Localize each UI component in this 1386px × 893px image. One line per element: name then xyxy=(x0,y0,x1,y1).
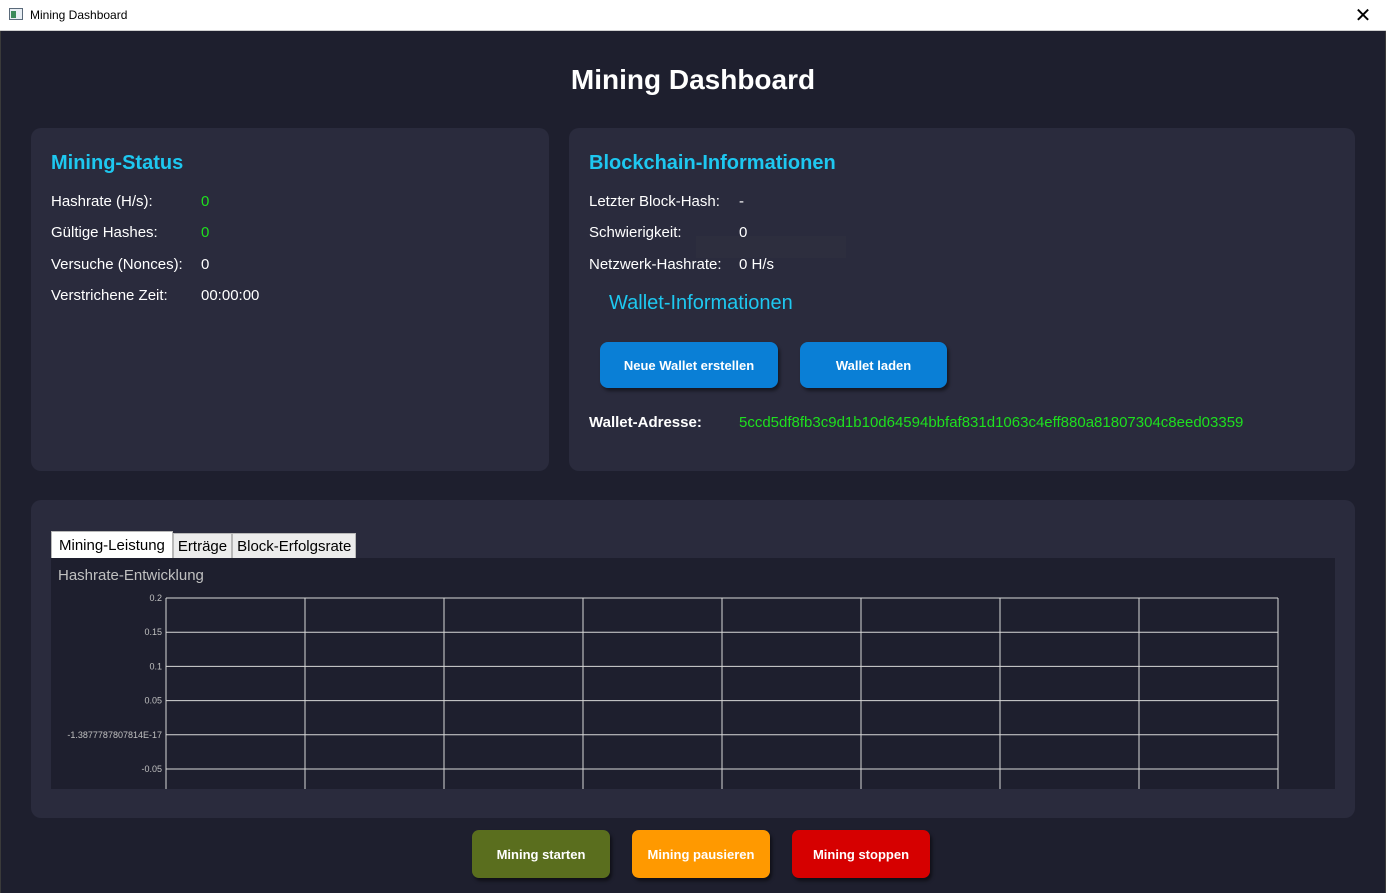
chart-area: Hashrate-Entwicklung 0.2 0.15 0.1 0.05 -1.38… xyxy=(51,558,1335,789)
window-titlebar: Mining Dashboard ✕ xyxy=(0,0,1386,31)
hashrate-chart: 0.2 0.15 0.1 0.05 -1.3877787807814E-17 -0.05 xyxy=(67,593,1279,789)
mining-status-heading: Mining-Status xyxy=(51,152,184,174)
y-tick-label: -1.3877787807814E-17 xyxy=(67,730,162,740)
difficulty-value: 0 xyxy=(739,224,748,241)
chart-tabs: Mining-Leistung Erträge Block-Erfolgsrat… xyxy=(51,531,357,559)
close-icon[interactable]: ✕ xyxy=(1340,0,1386,30)
last-block-hash-value: - xyxy=(739,193,744,210)
elapsed-time-label: Verstrichene Zeit: xyxy=(51,287,168,304)
window-title: Mining Dashboard xyxy=(30,8,128,22)
create-wallet-button[interactable]: Neue Wallet erstellen xyxy=(600,342,778,388)
network-hashrate-value: 0 H/s xyxy=(739,256,775,273)
window-border-left xyxy=(0,31,1,893)
hashrate-value: 0 xyxy=(201,193,210,210)
nonces-label: Versuche (Nonces): xyxy=(51,256,183,273)
overlay-placeholder xyxy=(696,236,846,258)
y-tick-label: 0.15 xyxy=(144,627,162,637)
stop-mining-button[interactable]: Mining stoppen xyxy=(792,830,930,878)
wallet-address-value: 5ccd5df8fb3c9d1b10d64594bbfaf831d1063c4e… xyxy=(739,414,1244,431)
tab-block-success-rate[interactable]: Block-Erfolgsrate xyxy=(232,533,357,559)
valid-hashes-value: 0 xyxy=(201,224,210,241)
y-tick-label: -0.05 xyxy=(141,764,162,774)
tab-earnings[interactable]: Erträge xyxy=(172,533,233,559)
wallet-heading: Wallet-Informationen xyxy=(609,292,793,314)
wallet-address-label: Wallet-Adresse: xyxy=(589,414,702,431)
last-block-hash-label: Letzter Block-Hash: xyxy=(589,193,720,210)
y-tick-label: 0.2 xyxy=(149,593,162,603)
blockchain-panel: Blockchain-Informationen Letzter Block-H… xyxy=(569,128,1355,471)
hashrate-label: Hashrate (H/s): xyxy=(51,193,153,210)
difficulty-label: Schwierigkeit: xyxy=(589,224,682,241)
blockchain-heading: Blockchain-Informationen xyxy=(589,152,836,174)
load-wallet-button[interactable]: Wallet laden xyxy=(800,342,947,388)
y-tick-label: 0.05 xyxy=(144,696,162,706)
elapsed-time-value: 00:00:00 xyxy=(201,287,260,304)
valid-hashes-label: Gültige Hashes: xyxy=(51,224,158,241)
page-title: Mining Dashboard xyxy=(570,64,816,95)
app-icon xyxy=(9,8,23,20)
network-hashrate-label: Netzwerk-Hashrate: xyxy=(589,256,722,273)
tab-mining-performance[interactable]: Mining-Leistung xyxy=(51,531,173,559)
start-mining-button[interactable]: Mining starten xyxy=(472,830,610,878)
y-tick-label: 0.1 xyxy=(149,661,162,671)
pause-mining-button[interactable]: Mining pausieren xyxy=(632,830,770,878)
nonces-value: 0 xyxy=(201,256,210,273)
mining-status-panel: Mining-Status Hashrate (H/s): 0 Gültige … xyxy=(31,128,549,471)
chart-panel: Mining-Leistung Erträge Block-Erfolgsrat… xyxy=(31,500,1355,818)
